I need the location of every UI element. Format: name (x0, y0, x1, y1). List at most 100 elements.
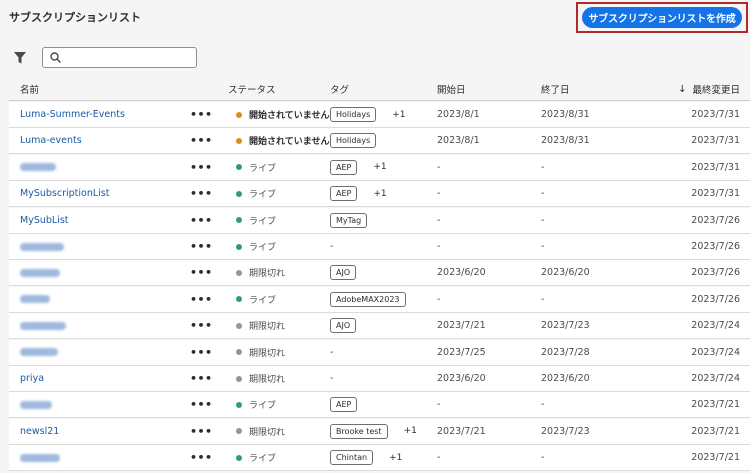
tag-chip[interactable]: AJO (330, 265, 357, 281)
table-row[interactable]: Luma-Summer-Events ••• 開始されていません Holidays +1… (9, 102, 750, 128)
table-row[interactable]: ••• ライブ AEP +1 - - 2023/7/31 (9, 154, 750, 181)
redacted-name[interactable] (20, 295, 50, 304)
column-header-name[interactable]: 名前 (20, 78, 39, 100)
more-actions-button[interactable]: ••• (190, 102, 213, 127)
more-actions-button[interactable]: ••• (190, 181, 213, 206)
more-actions-button[interactable]: ••• (190, 419, 213, 444)
subscription-list-link[interactable]: MySubscriptionList (20, 188, 109, 199)
redacted-name[interactable] (20, 400, 52, 409)
tag-chip[interactable]: Brooke test (330, 423, 388, 439)
more-actions-button[interactable]: ••• (190, 260, 213, 285)
more-actions-button[interactable]: ••• (190, 128, 213, 153)
status-dot-icon (236, 111, 242, 118)
table-row[interactable]: ••• ライブ Chintan +1 - - 2023/7/21 (9, 445, 750, 472)
table-row[interactable]: Luma-events ••• 開始されていません Holidays 2023/8/1 2… (9, 128, 750, 155)
table-row[interactable]: newsl21 ••• 期限切れ Brooke test +1 2023/7/21 2023… (9, 418, 750, 445)
more-tags-count[interactable]: +1 (389, 453, 402, 463)
more-actions-button[interactable]: ••• (190, 392, 213, 417)
status-label: 期限切れ (249, 322, 286, 333)
row-name-cell (20, 155, 56, 180)
table-row[interactable]: MySubList ••• ライブ MyTag - - 2023/7/26 (9, 207, 750, 234)
table-row[interactable]: priya ••• 期限切れ - 2023/6/20 2023/6/20 2023/7/24 (9, 366, 750, 392)
tags-cell: - (330, 234, 333, 259)
tags-cell: Chintan +1 (330, 445, 402, 470)
redacted-name[interactable] (20, 163, 56, 172)
column-header-end[interactable]: 終了日 (541, 78, 570, 100)
row-name-cell: Luma-Summer-Events (20, 102, 125, 127)
more-actions-button[interactable]: ••• (190, 340, 213, 365)
tags-cell: - (330, 340, 333, 365)
end-date-cell: 2023/6/20 (541, 267, 590, 279)
more-actions-button[interactable]: ••• (190, 366, 213, 391)
empty-tags: - (330, 373, 334, 384)
tag-chip[interactable]: AJO (330, 318, 357, 334)
redacted-name[interactable] (20, 348, 58, 357)
column-header-status[interactable]: ステータス (228, 78, 276, 100)
tags-cell: AJO (330, 313, 357, 338)
tag-chip[interactable]: AdobeMAX2023 (330, 291, 406, 307)
column-header-tags[interactable]: タグ (330, 78, 349, 100)
redacted-name[interactable] (20, 268, 60, 277)
status-cell: 期限切れ (228, 313, 285, 338)
filter-icon[interactable] (14, 52, 26, 64)
row-name-cell: priya (20, 366, 44, 391)
end-date-cell: - (541, 214, 545, 226)
create-subscription-list-button[interactable]: サブスクリプションリストを作成 (582, 7, 742, 28)
status-dot-icon (236, 375, 242, 382)
more-actions-button[interactable]: ••• (190, 287, 213, 312)
table-row[interactable]: ••• ライブ AEP - - 2023/7/21 (9, 392, 750, 419)
redacted-name[interactable] (20, 453, 60, 462)
subscription-list-link[interactable]: priya (20, 373, 44, 384)
tag-chip[interactable]: AEP (330, 186, 358, 202)
column-header-start[interactable]: 開始日 (437, 78, 466, 100)
column-header-modified[interactable]: ↓ 最終変更日 (678, 78, 740, 100)
tag-chip[interactable]: Holidays (330, 133, 377, 149)
tag-chip[interactable]: MyTag (330, 212, 368, 228)
redacted-name[interactable] (20, 242, 64, 251)
subscription-list-link[interactable]: newsl21 (20, 426, 59, 437)
modified-date-cell: 2023/7/31 (691, 135, 740, 147)
more-actions-button[interactable]: ••• (190, 208, 213, 233)
more-actions-button[interactable]: ••• (190, 234, 213, 259)
more-actions-button[interactable]: ••• (190, 445, 213, 470)
status-label: ライブ (249, 190, 277, 201)
more-tags-count[interactable]: +1 (373, 162, 386, 172)
modified-date-cell: 2023/7/24 (691, 320, 740, 332)
row-name-cell: MySubscriptionList (20, 181, 109, 206)
more-actions-button[interactable]: ••• (190, 155, 213, 180)
end-date-cell: - (541, 241, 545, 252)
more-tags-count[interactable]: +1 (404, 426, 417, 436)
row-name-cell (20, 287, 50, 312)
subscription-list-link[interactable]: Luma-events (20, 135, 82, 146)
table-row[interactable]: ••• ライブ - - - 2023/7/26 (9, 234, 750, 260)
modified-date-cell: 2023/7/21 (691, 452, 740, 464)
tag-chip[interactable]: Holidays (330, 107, 377, 122)
tags-cell: AEP (330, 392, 358, 417)
table-row[interactable]: ••• 期限切れ AJO 2023/7/21 2023/7/23 2023/7/24 (9, 313, 750, 340)
more-actions-button[interactable]: ••• (190, 313, 213, 338)
more-tags-count[interactable]: +1 (392, 110, 405, 120)
row-name-cell (20, 445, 60, 470)
empty-tags: - (330, 241, 334, 252)
table-row[interactable]: ••• 期限切れ AJO 2023/6/20 2023/6/20 2023/7/26 (9, 260, 750, 287)
tag-chip[interactable]: AEP (330, 159, 358, 175)
row-name-cell (20, 392, 52, 417)
table-row[interactable]: ••• 期限切れ - 2023/7/25 2023/7/28 2023/7/24 (9, 339, 750, 366)
tags-cell: - (330, 366, 333, 391)
redacted-name[interactable] (20, 321, 66, 330)
more-tags-count[interactable]: +1 (373, 189, 386, 199)
table-row[interactable]: MySubscriptionList ••• ライブ AEP +1 - - 2023/7/31 (9, 181, 750, 208)
table-row[interactable]: ••• ライブ AdobeMAX2023 - - 2023/7/26 (9, 286, 750, 313)
subscription-list-link[interactable]: MySubList (20, 215, 69, 226)
status-dot-icon (236, 428, 242, 435)
subscription-list-link[interactable]: Luma-Summer-Events (20, 109, 125, 120)
tag-chip[interactable]: AEP (330, 397, 358, 413)
status-cell: 期限切れ (228, 340, 285, 365)
search-input[interactable] (65, 49, 193, 66)
end-date-cell: 2023/8/31 (541, 135, 590, 147)
modified-date-cell: 2023/7/21 (691, 425, 740, 437)
status-cell: ライブ (228, 155, 276, 180)
start-date-cell: 2023/7/21 (437, 425, 486, 437)
search-field[interactable] (42, 47, 197, 68)
tag-chip[interactable]: Chintan (330, 450, 374, 466)
